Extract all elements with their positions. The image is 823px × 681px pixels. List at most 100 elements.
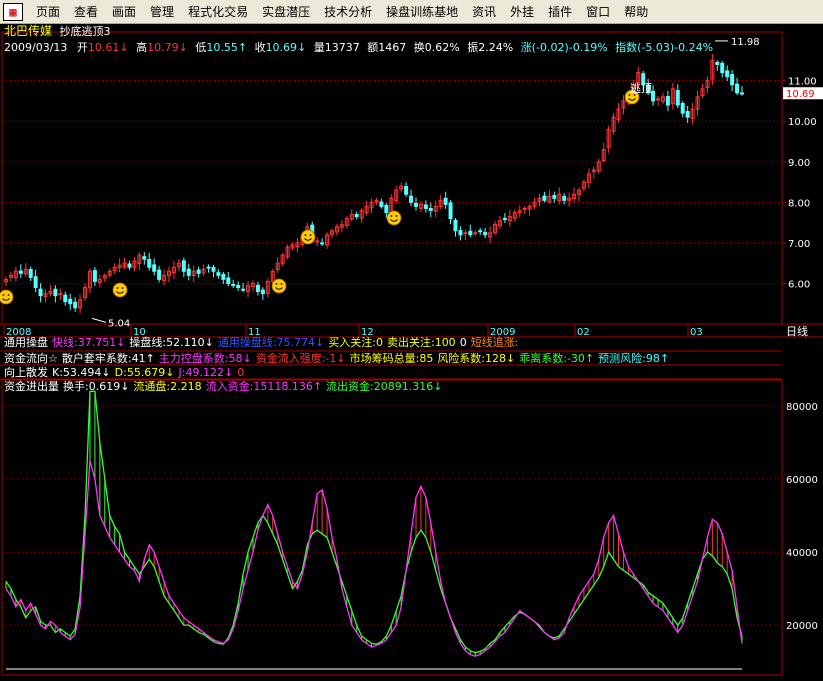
moneyflow-indicator-item-2: 主力控盘系数:58↓ (158, 352, 252, 365)
price-tick-label: 11.00 (788, 77, 817, 88)
menu-news[interactable]: 资讯 (465, 1, 503, 23)
period-label: 日线 (786, 324, 808, 338)
candle-body (28, 268, 33, 278)
quote-amount: 额1467 (367, 41, 406, 54)
date-tick-label: 02 (577, 327, 590, 338)
smiley-eye (121, 287, 124, 289)
candle-body (38, 288, 43, 297)
candle-body (157, 269, 162, 280)
candle-body (152, 264, 157, 272)
candle-body (428, 207, 433, 211)
candle-body (502, 217, 507, 220)
menu-addons[interactable]: 外挂 (503, 1, 541, 23)
menu-live-pressure[interactable]: 实盘潜压 (255, 1, 317, 23)
candle-body (147, 258, 152, 268)
stock-name[interactable]: 北巴传媒 (4, 24, 52, 38)
menu-help[interactable]: 帮助 (617, 1, 655, 23)
capital-indicator-item-0: 资金进出量 (4, 380, 59, 393)
candle-body (740, 92, 744, 95)
volume-tick-label: 80000 (786, 402, 818, 413)
smiley-eye (309, 234, 312, 236)
candle-body (552, 195, 557, 199)
menu-window[interactable]: 窗口 (579, 1, 617, 23)
kdj-indicator-item-3: J:49.122↓ (178, 366, 234, 379)
candle-body (404, 185, 409, 195)
price-frame (1, 31, 783, 325)
candle-body (241, 288, 246, 291)
quote-amplitude: 振2.24% (467, 41, 513, 54)
menu-view[interactable]: 查看 (67, 1, 105, 23)
turnover-label: 换 (413, 41, 425, 54)
menu-training-base[interactable]: 操盘训练基地 (379, 1, 465, 23)
candle-body (478, 230, 483, 233)
candle-body (142, 256, 147, 260)
candle-body (562, 196, 567, 201)
candle-body (680, 103, 685, 114)
quote-high: 高10.79↓ (136, 41, 188, 54)
smiley-signal-icon (112, 282, 128, 298)
candle-body (196, 269, 201, 274)
smiley-eye (304, 234, 307, 236)
smiley-eye (275, 283, 278, 285)
candle-body (453, 219, 458, 232)
quote-open: 开10.61↓ (76, 41, 129, 54)
quote-volume: 量13737 (314, 41, 360, 54)
smiley-signal-icon (300, 229, 316, 245)
menu-manage[interactable]: 管理 (143, 1, 181, 23)
candle-body (127, 263, 132, 268)
moneyflow-indicator-item-1: 散户套牢系数:41↑ (61, 352, 155, 365)
close-label: 收 (254, 41, 266, 54)
smiley-face (112, 282, 128, 298)
candle-body (206, 266, 211, 269)
indicator-name[interactable]: 抄底逃顶3 (60, 25, 111, 38)
menu-tech-analysis[interactable]: 技术分析 (317, 1, 379, 23)
amplitude-value: 2.24% (478, 41, 514, 54)
candle-body (384, 204, 389, 213)
quote-low: 低10.55↑ (195, 41, 248, 54)
menu-page[interactable]: 页面 (29, 1, 67, 23)
volume-tick-label: 60000 (786, 475, 818, 486)
indicator-line-capital: 资金进出量 换手:0.619↓ 流通盘:2.218 流入资金:15118.136↑ 流出… (4, 380, 446, 393)
candle-body (448, 202, 453, 220)
quote-index: 指数(-5.03)-0.24% (615, 41, 714, 54)
min-price-label: 5.04 (108, 318, 130, 329)
candle-body (720, 62, 725, 74)
candle-body (186, 268, 191, 276)
candle-body (320, 242, 325, 245)
low-value: 10.55 (206, 41, 238, 54)
moneyflow-indicator-item-5: 风险系数:128↓ (437, 352, 516, 365)
candle-body (725, 70, 730, 78)
kdj-indicator-item-0: 向上散发 (4, 366, 48, 379)
candle-body (68, 298, 73, 305)
quote-line: 2009/03/13 开10.61↓ 高10.79↓ 低10.55↑ 收10.6… (4, 41, 717, 54)
candle-body (730, 74, 735, 86)
general-indicator-item-7: 短线追涨: (470, 336, 519, 349)
smiley-signal-icon (0, 289, 14, 305)
smiley-signal-icon (271, 278, 287, 294)
amplitude-label: 振 (467, 41, 479, 54)
smiley-eye (395, 215, 398, 217)
candle-body (92, 270, 97, 282)
candle-body (458, 230, 463, 236)
chart-area[interactable]: 11.00 10.00 9.00 8.00 7.00 6.00 80000 60000 4000… (0, 24, 823, 681)
menu-program-trading[interactable]: 程式化交易 (181, 1, 255, 23)
candle-body (443, 197, 448, 205)
smiley-eye (390, 215, 393, 217)
indicator-line-moneyflow: 资金流向☆ 散户套牢系数:41↑ 主力控盘系数:58↓ 资金流入强度:-1↓ 市场筹码总… (4, 352, 673, 365)
general-indicator-item-2: 操盘线:52.110↓ (129, 336, 214, 349)
volume-tick-label: 20000 (786, 621, 818, 632)
candle-body (542, 195, 547, 201)
app-icon[interactable]: ▦ (3, 2, 23, 21)
candle-body (354, 213, 359, 218)
candle-body (58, 293, 63, 296)
high-value: 10.79 (147, 41, 179, 54)
smiley-eye (116, 287, 119, 289)
smiley-face (300, 229, 316, 245)
menu-plugins[interactable]: 插件 (541, 1, 579, 23)
candle-body (675, 90, 680, 106)
candle-body (211, 266, 216, 272)
menu-screen[interactable]: 画面 (105, 1, 143, 23)
smiley-face (0, 289, 14, 305)
general-indicator-item-1: 快线:37.751↓ (52, 336, 126, 349)
candle-body (216, 272, 221, 276)
